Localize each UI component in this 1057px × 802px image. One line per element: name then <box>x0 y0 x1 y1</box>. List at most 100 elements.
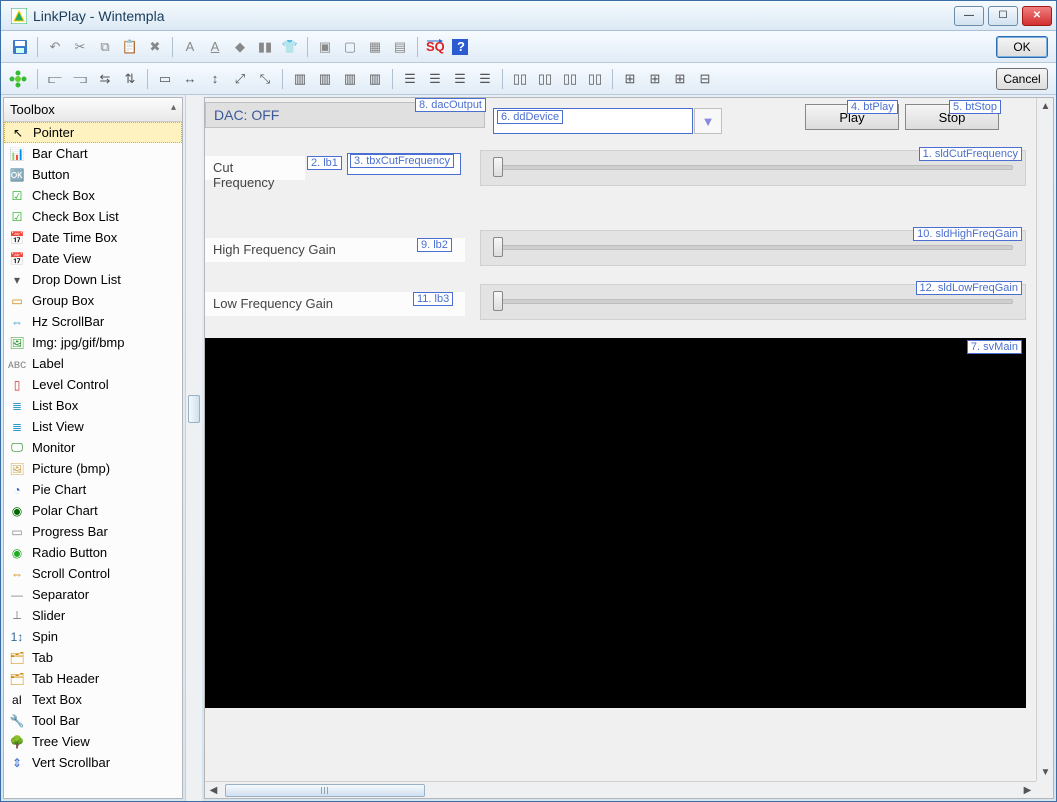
scroll-thumb[interactable] <box>225 784 425 797</box>
order-2-icon[interactable]: ▯▯ <box>534 68 556 90</box>
toolbox-item-label[interactable]: ᴀʙᴄLabel <box>4 353 182 374</box>
canvas-h-scrollbar[interactable]: ◀ ▶ <box>205 781 1036 798</box>
dropdown-arrow-icon[interactable]: ▼ <box>694 108 722 134</box>
align-right-icon[interactable]: ⫎ <box>69 68 91 90</box>
toolbox-scrollbar[interactable] <box>185 95 202 801</box>
toolbox-item-vert-scrollbar[interactable]: ⇕Vert Scrollbar <box>4 752 182 773</box>
sql-icon[interactable]: SQL <box>424 36 446 58</box>
canvas-v-scrollbar[interactable]: ▲ ▼ <box>1036 98 1053 781</box>
dist-v3-icon[interactable]: ☰ <box>449 68 471 90</box>
dist-v2-icon[interactable]: ☰ <box>424 68 446 90</box>
dist-h2-icon[interactable]: ▥ <box>314 68 336 90</box>
toolbox-item-button[interactable]: 🆗Button <box>4 164 182 185</box>
stop-button[interactable]: Stop <box>905 104 999 130</box>
expand-icon[interactable]: ⤢ <box>229 68 251 90</box>
size-w-icon[interactable]: ↔ <box>179 68 201 90</box>
grid-4-icon[interactable]: ⊟ <box>694 68 716 90</box>
device-dropdown[interactable]: ▼ <box>493 108 693 134</box>
toolbox-item-text-box[interactable]: aIText Box <box>4 689 182 710</box>
toolbox-item-tree-view[interactable]: 🌳Tree View <box>4 731 182 752</box>
grid-2-icon[interactable]: ⊞ <box>644 68 666 90</box>
toolbox-item-monitor[interactable]: 🖵Monitor <box>4 437 182 458</box>
ungroup-icon[interactable]: ▤ <box>389 36 411 58</box>
delete-icon[interactable]: ✖ <box>144 36 166 58</box>
toolbox-item-drop-down-list[interactable]: ▾Drop Down List <box>4 269 182 290</box>
toolbox-item-check-box-list[interactable]: ☑Check Box List <box>4 206 182 227</box>
order-4-icon[interactable]: ▯▯ <box>584 68 606 90</box>
cancel-button[interactable]: Cancel <box>996 68 1048 90</box>
minimize-button[interactable]: — <box>954 6 984 26</box>
scroll-left-icon[interactable]: ◀ <box>205 782 222 799</box>
toolbox-item-radio-button[interactable]: ◉Radio Button <box>4 542 182 563</box>
toolbox-item-date-time-box[interactable]: 📅Date Time Box <box>4 227 182 248</box>
toolbox-header[interactable]: Toolbox <box>4 98 182 122</box>
send-back-icon[interactable]: ▢ <box>339 36 361 58</box>
slider-highfreq[interactable] <box>480 230 1026 266</box>
size-both-icon[interactable]: ▭ <box>154 68 176 90</box>
toolbox-item-separator[interactable]: —Separator <box>4 584 182 605</box>
font-bold-icon[interactable]: A <box>179 36 201 58</box>
paint-icon[interactable]: ◆ <box>229 36 251 58</box>
order-1-icon[interactable]: ▯▯ <box>509 68 531 90</box>
flower-icon[interactable] <box>9 70 27 88</box>
copy-icon[interactable]: ⧉ <box>94 36 116 58</box>
slider-thumb[interactable] <box>493 157 503 177</box>
cut-icon[interactable]: ✂ <box>69 36 91 58</box>
dist-v4-icon[interactable]: ☰ <box>474 68 496 90</box>
toolbox-item-picture-bmp-[interactable]: 🖼Picture (bmp) <box>4 458 182 479</box>
slider-cutfreq[interactable] <box>480 150 1026 186</box>
help-icon[interactable]: ? <box>449 36 471 58</box>
font-underline-icon[interactable]: A <box>204 36 226 58</box>
toolbox-list[interactable]: ↖Pointer📊Bar Chart🆗Button☑Check Box☑Chec… <box>4 122 182 798</box>
toolbox-item-polar-chart[interactable]: ◉Polar Chart <box>4 500 182 521</box>
toolbox-item-scroll-control[interactable]: ⇔Scroll Control <box>4 563 182 584</box>
scroll-up-icon[interactable]: ▲ <box>1037 98 1054 115</box>
order-3-icon[interactable]: ▯▯ <box>559 68 581 90</box>
toolbox-item-progress-bar[interactable]: ▭Progress Bar <box>4 521 182 542</box>
ok-button[interactable]: OK <box>996 36 1048 58</box>
toolbox-item-bar-chart[interactable]: 📊Bar Chart <box>4 143 182 164</box>
grid-3-icon[interactable]: ⊞ <box>669 68 691 90</box>
toolbox-item-date-view[interactable]: 📅Date View <box>4 248 182 269</box>
toolbox-item-check-box[interactable]: ☑Check Box <box>4 185 182 206</box>
size-h-icon[interactable]: ↕ <box>204 68 226 90</box>
bring-front-icon[interactable]: ▣ <box>314 36 336 58</box>
align-h-space-icon[interactable]: ⇆ <box>94 68 116 90</box>
maximize-button[interactable]: ☐ <box>988 6 1018 26</box>
play-button[interactable]: Play <box>805 104 899 130</box>
slider-thumb[interactable] <box>493 291 503 311</box>
toolbox-item-group-box[interactable]: ▭Group Box <box>4 290 182 311</box>
dist-v1-icon[interactable]: ☰ <box>399 68 421 90</box>
close-button[interactable]: ✕ <box>1022 6 1052 26</box>
toolbox-item-pie-chart[interactable]: ◔Pie Chart <box>4 479 182 500</box>
toolbox-item-hz-scrollbar[interactable]: ⇔Hz ScrollBar <box>4 311 182 332</box>
shrink-icon[interactable]: ⤡ <box>254 68 276 90</box>
textbox-cutfreq[interactable] <box>347 153 461 175</box>
scroll-down-icon[interactable]: ▼ <box>1037 764 1054 781</box>
dist-h3-icon[interactable]: ▥ <box>339 68 361 90</box>
toolbox-item-tool-bar[interactable]: 🔧Tool Bar <box>4 710 182 731</box>
dist-h4-icon[interactable]: ▥ <box>364 68 386 90</box>
undo-icon[interactable]: ↶ <box>44 36 66 58</box>
grid-1-icon[interactable]: ⊞ <box>619 68 641 90</box>
toolbox-item-img-jpg-gif-bmp[interactable]: 🖼Img: jpg/gif/bmp <box>4 332 182 353</box>
toolbox-item-tab-header[interactable]: 🗂Tab Header <box>4 668 182 689</box>
toolbox-item-list-box[interactable]: ≣List Box <box>4 395 182 416</box>
toolbox-item-list-view[interactable]: ≣List View <box>4 416 182 437</box>
toolbox-item-spin[interactable]: 1↕Spin <box>4 626 182 647</box>
toolbox-item-pointer[interactable]: ↖Pointer <box>4 122 182 143</box>
save-icon[interactable] <box>9 36 31 58</box>
fill-icon[interactable]: ▮▮ <box>254 36 276 58</box>
align-v-space-icon[interactable]: ⇅ <box>119 68 141 90</box>
scroll-right-icon[interactable]: ▶ <box>1019 782 1036 799</box>
slider-lowfreq[interactable] <box>480 284 1026 320</box>
toolbox-item-tab[interactable]: 🗂Tab <box>4 647 182 668</box>
toolbox-item-slider[interactable]: ⟂Slider <box>4 605 182 626</box>
dac-output[interactable]: DAC: OFF <box>205 102 485 128</box>
paste-icon[interactable]: 📋 <box>119 36 141 58</box>
dist-h1-icon[interactable]: ▥ <box>289 68 311 90</box>
design-surface[interactable]: DAC: OFF 8. dacOutput ▼ 6. ddDevice Play… <box>205 98 1036 781</box>
style-icon[interactable]: 👕 <box>279 36 301 58</box>
slider-thumb[interactable] <box>493 237 503 257</box>
toolbox-item-level-control[interactable]: ▯Level Control <box>4 374 182 395</box>
